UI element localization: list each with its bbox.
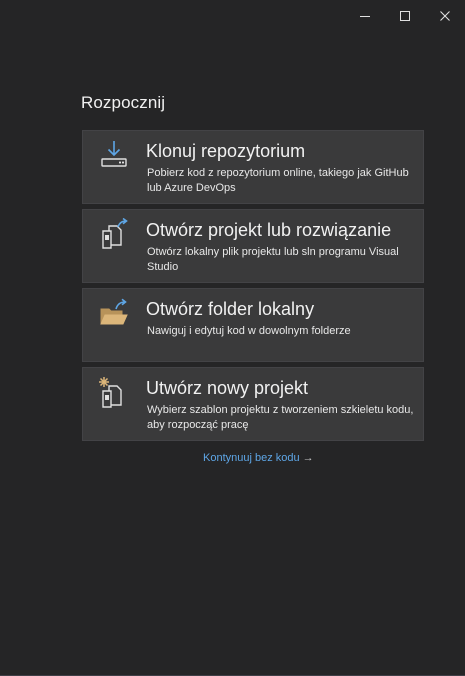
open-project-icon <box>102 218 128 249</box>
card-description: Wybierz szablon projektu z tworzeniem sz… <box>147 404 414 431</box>
maximize-icon <box>400 11 410 21</box>
arrow-right-icon: → <box>302 452 314 464</box>
card-description: Otwórz lokalny plik projektu lub sln pro… <box>147 246 399 273</box>
card-title: Klonuj repozytorium <box>146 141 306 161</box>
continue-without-code-link[interactable]: Kontynuuj bez kodu → <box>203 452 314 464</box>
card-description: Pobierz kod z repozytorium online, takie… <box>147 167 409 194</box>
open-project-card[interactable]: Otwórz projekt lub rozwiązanie Otwórz lo… <box>82 209 424 283</box>
close-button[interactable] <box>425 0 465 32</box>
open-folder-card[interactable]: Otwórz folder lokalny Nawiguj i edytuj k… <box>82 288 424 362</box>
clone-repository-card[interactable]: Klonuj repozytorium Pobierz kod z repozy… <box>82 130 424 204</box>
minimize-button[interactable] <box>345 0 385 32</box>
new-project-icon <box>99 377 122 408</box>
start-window: Rozpocznij Klonuj repozytorium Pobierz k… <box>0 0 465 676</box>
open-folder-icon <box>100 298 128 325</box>
card-description: Nawiguj i edytuj kod w dowolnym folderze <box>147 325 351 337</box>
card-title: Otwórz folder lokalny <box>146 299 315 319</box>
continue-label: Kontynuuj bez kodu <box>203 452 300 464</box>
close-icon <box>440 11 450 21</box>
clone-download-icon <box>101 141 127 167</box>
page-title: Rozpocznij <box>81 93 166 112</box>
maximize-button[interactable] <box>385 0 425 32</box>
create-project-card[interactable]: Utwórz nowy projekt Wybierz szablon proj… <box>82 367 424 441</box>
title-bar <box>345 0 465 32</box>
card-title: Utwórz nowy projekt <box>146 378 309 398</box>
minimize-icon <box>360 16 370 17</box>
card-title: Otwórz projekt lub rozwiązanie <box>146 220 392 240</box>
